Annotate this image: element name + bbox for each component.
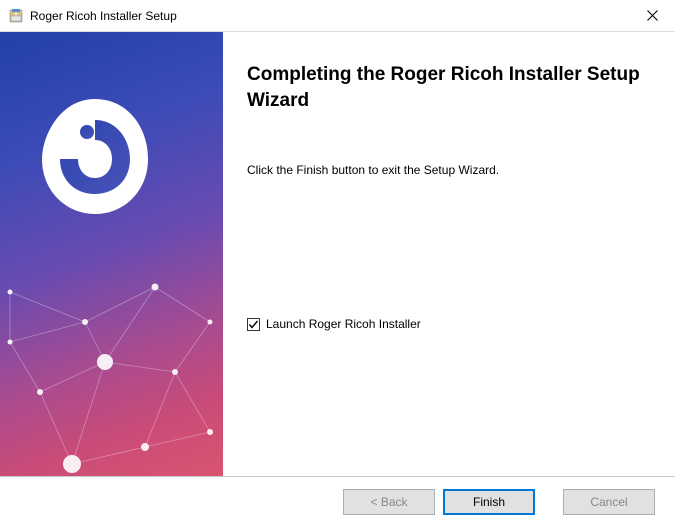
titlebar: Roger Ricoh Installer Setup: [0, 0, 675, 32]
launch-checkbox-row[interactable]: Launch Roger Ricoh Installer: [247, 317, 647, 331]
window-title: Roger Ricoh Installer Setup: [30, 9, 629, 23]
wizard-footer: < Back Finish Cancel: [0, 476, 675, 526]
launch-checkbox[interactable]: [247, 318, 260, 331]
cancel-button: Cancel: [563, 489, 655, 515]
main-panel: Completing the Roger Ricoh Installer Set…: [223, 32, 675, 476]
wizard-heading: Completing the Roger Ricoh Installer Set…: [247, 62, 647, 113]
wizard-sidebar: [0, 32, 223, 476]
installer-icon: [8, 8, 24, 24]
finish-button[interactable]: Finish: [443, 489, 535, 515]
close-button[interactable]: [629, 0, 675, 32]
back-button: < Back: [343, 489, 435, 515]
wizard-body-text: Click the Finish button to exit the Setu…: [247, 163, 647, 177]
content-area: Completing the Roger Ricoh Installer Set…: [0, 32, 675, 476]
launch-checkbox-label: Launch Roger Ricoh Installer: [266, 317, 421, 331]
